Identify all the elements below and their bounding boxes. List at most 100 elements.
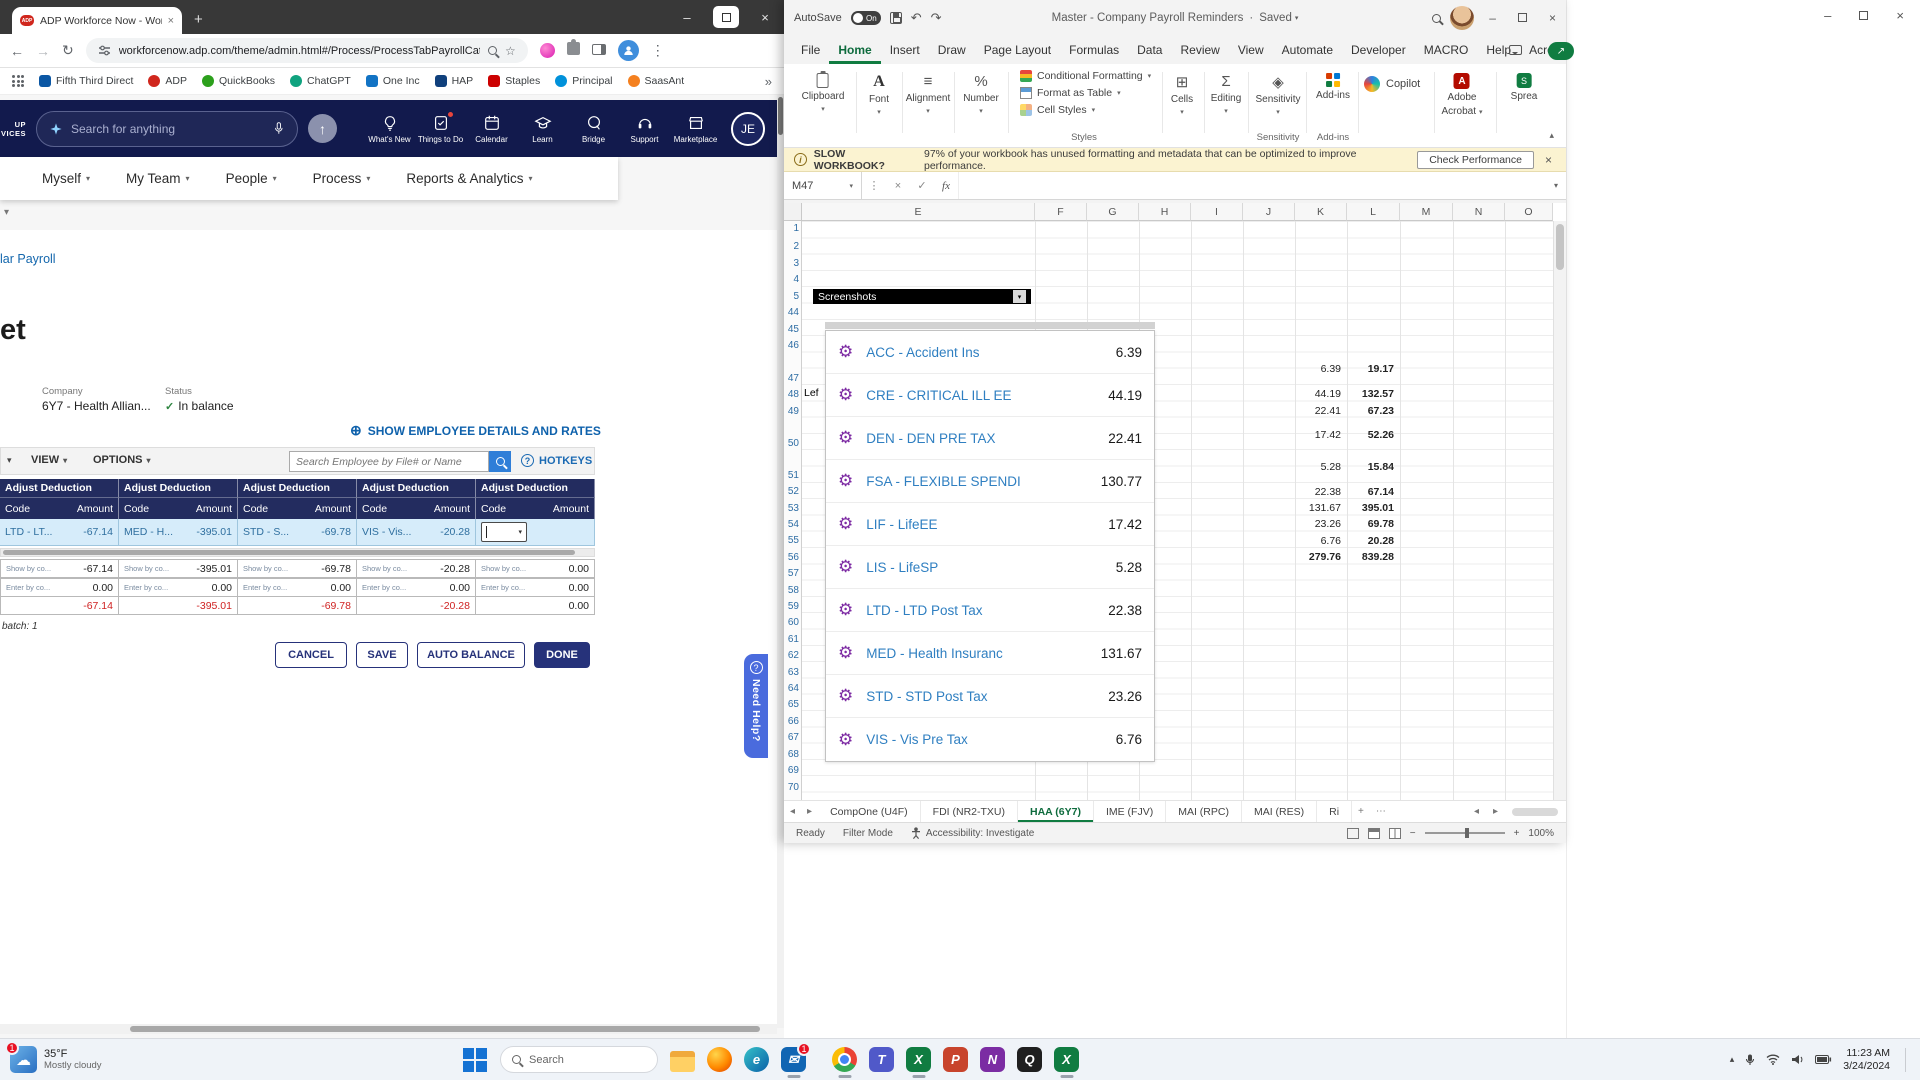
normal-view-icon[interactable] xyxy=(1347,828,1359,839)
forward-icon[interactable]: → xyxy=(36,43,50,59)
bookmarks-overflow-icon[interactable]: » xyxy=(765,74,772,89)
need-help-button[interactable]: ? Need Help? xyxy=(744,654,768,758)
row-number[interactable]: 45 xyxy=(784,324,799,335)
row-number[interactable]: 3 xyxy=(784,258,799,269)
cell-value[interactable]: 69.78 xyxy=(1346,518,1394,530)
bridge-button[interactable]: Bridge xyxy=(568,114,619,144)
collapse-chevron-icon[interactable]: ▾ xyxy=(4,207,9,218)
row-number[interactable]: 59 xyxy=(784,601,799,612)
confirm-entry-icon[interactable]: ✓ xyxy=(910,179,934,192)
bookmark-item[interactable]: Staples xyxy=(488,75,540,87)
undo-icon[interactable]: ↶ xyxy=(911,10,922,26)
close-icon[interactable]: × xyxy=(1545,153,1552,167)
cell-value[interactable]: 839.28 xyxy=(1346,551,1394,563)
page-horizontal-scrollbar[interactable] xyxy=(0,1024,777,1034)
formula-input[interactable] xyxy=(958,172,1546,199)
row-number[interactable]: 66 xyxy=(784,716,799,727)
cell-value[interactable]: 67.23 xyxy=(1346,405,1394,417)
toolbar-dropdown-icon[interactable]: ▾ xyxy=(7,455,12,466)
chrome-icon[interactable] xyxy=(832,1047,857,1072)
clock[interactable]: 11:23 AM 3/24/2024 xyxy=(1843,1047,1890,1072)
minimize-icon[interactable]: – xyxy=(1489,11,1496,25)
cell-value[interactable]: 132.57 xyxy=(1346,388,1394,400)
cell-styles-button[interactable]: Cell Styles▾ xyxy=(1020,104,1151,116)
page-vertical-scrollbar[interactable] xyxy=(777,95,784,1028)
tab-close-icon[interactable]: × xyxy=(168,15,174,27)
row-number[interactable]: 1 xyxy=(784,223,799,234)
table-cell[interactable]: LTD - LT...-67.14 xyxy=(0,519,119,546)
tab-page-layout[interactable]: Page Layout xyxy=(975,43,1060,64)
zoom-out-icon[interactable]: − xyxy=(1410,828,1416,839)
mic-icon[interactable] xyxy=(272,121,285,136)
deduction-code-select[interactable]: ▾ xyxy=(481,522,527,542)
row-number[interactable]: 70 xyxy=(784,782,799,793)
url-text[interactable]: workforcenow.adp.com/theme/admin.html#/P… xyxy=(119,45,480,57)
start-button[interactable] xyxy=(462,1047,488,1073)
menu-dots-icon[interactable]: ⋮ xyxy=(651,42,665,59)
auto-balance-button[interactable]: AUTO BALANCE xyxy=(417,642,525,668)
cell-value[interactable]: 67.14 xyxy=(1346,486,1394,498)
table-cell[interactable]: STD - S...-69.78 xyxy=(238,519,357,546)
row-number[interactable]: 60 xyxy=(784,617,799,628)
employee-search-input[interactable] xyxy=(289,451,489,472)
check-performance-button[interactable]: Check Performance xyxy=(1417,151,1534,169)
column-header[interactable]: E xyxy=(802,203,1035,221)
column-header[interactable]: H xyxy=(1139,203,1191,221)
cell-value[interactable]: 23.26 xyxy=(1277,518,1341,530)
gear-icon[interactable]: ⚙ xyxy=(838,643,853,663)
saved-status[interactable]: Saved▾ xyxy=(1259,12,1298,24)
sheet-tab[interactable]: CompOne (U4F) xyxy=(818,801,921,822)
deduction-row[interactable]: ⚙STD - STD Post Tax23.26 xyxy=(826,675,1154,718)
cell-value[interactable]: 19.17 xyxy=(1346,363,1394,375)
excel-2-icon[interactable]: X xyxy=(1054,1047,1079,1072)
cell-value[interactable]: 52.26 xyxy=(1346,429,1394,441)
tab-draw[interactable]: Draw xyxy=(929,43,975,64)
bookmark-item[interactable]: Fifth Third Direct xyxy=(39,75,133,87)
submit-search-button[interactable]: ↑ xyxy=(308,114,337,143)
extensions-puzzle-icon[interactable] xyxy=(567,42,580,60)
cell-value[interactable]: 6.39 xyxy=(1277,363,1341,375)
tab-file[interactable]: File xyxy=(792,43,829,64)
nav-item-myself[interactable]: Myself▾ xyxy=(42,171,90,186)
profile-avatar[interactable] xyxy=(618,40,639,61)
show-details-link[interactable]: ⊕SHOW EMPLOYEE DETAILS AND RATES xyxy=(350,422,601,439)
volume-icon[interactable] xyxy=(1791,1054,1804,1065)
hidden-icons-chevron[interactable]: ▴ xyxy=(1730,1054,1735,1065)
sheet-tab[interactable]: Ri xyxy=(1317,801,1352,822)
gear-icon[interactable]: ⚙ xyxy=(838,730,853,750)
row-number[interactable]: 64 xyxy=(784,683,799,694)
bookmark-item[interactable]: ADP xyxy=(148,75,187,87)
number-button[interactable]: %Number▾ xyxy=(963,73,999,115)
excel-icon[interactable]: X xyxy=(906,1047,931,1072)
column-header[interactable]: F xyxy=(1035,203,1087,221)
gear-icon[interactable]: ⚙ xyxy=(838,600,853,620)
deduction-row[interactable]: ⚙LTD - LTD Post Tax22.38 xyxy=(826,589,1154,632)
row-number[interactable]: 68 xyxy=(784,749,799,760)
sheet-more-icon[interactable]: ⋯ xyxy=(1370,806,1392,817)
row-number[interactable]: 61 xyxy=(784,634,799,645)
side-panel-icon[interactable] xyxy=(592,42,606,60)
column-header[interactable]: L xyxy=(1347,203,1400,221)
bookmark-item[interactable]: Principal xyxy=(555,75,612,87)
q-app-icon[interactable]: Q xyxy=(1017,1047,1042,1072)
gear-icon[interactable]: ⚙ xyxy=(838,686,853,706)
maximize-icon[interactable] xyxy=(1518,11,1527,25)
cell-value[interactable]: 279.76 xyxy=(1277,551,1341,563)
onenote-icon[interactable]: N xyxy=(980,1047,1005,1072)
back-icon[interactable]: ← xyxy=(10,43,24,59)
show-desktop-divider[interactable] xyxy=(1905,1048,1906,1072)
share-button[interactable]: ↗ xyxy=(1548,42,1574,60)
extension-icon[interactable] xyxy=(540,43,555,58)
column-header[interactable]: M xyxy=(1400,203,1453,221)
things-to-do-button[interactable]: Things to Do xyxy=(415,114,466,144)
select-all-corner[interactable] xyxy=(784,203,802,221)
tab-review[interactable]: Review xyxy=(1171,43,1228,64)
row-number[interactable]: 46 xyxy=(784,340,799,351)
edge-icon[interactable]: e xyxy=(744,1047,769,1072)
taskbar-search[interactable]: Search xyxy=(500,1046,658,1073)
new-tab-button[interactable]: + xyxy=(194,11,203,28)
spreadsheet-addin-button[interactable]: SSprea xyxy=(1511,73,1538,102)
file-explorer-icon[interactable] xyxy=(670,1048,695,1072)
cell-value[interactable]: 131.67 xyxy=(1277,502,1341,514)
nav-item-process[interactable]: Process▾ xyxy=(313,171,371,186)
